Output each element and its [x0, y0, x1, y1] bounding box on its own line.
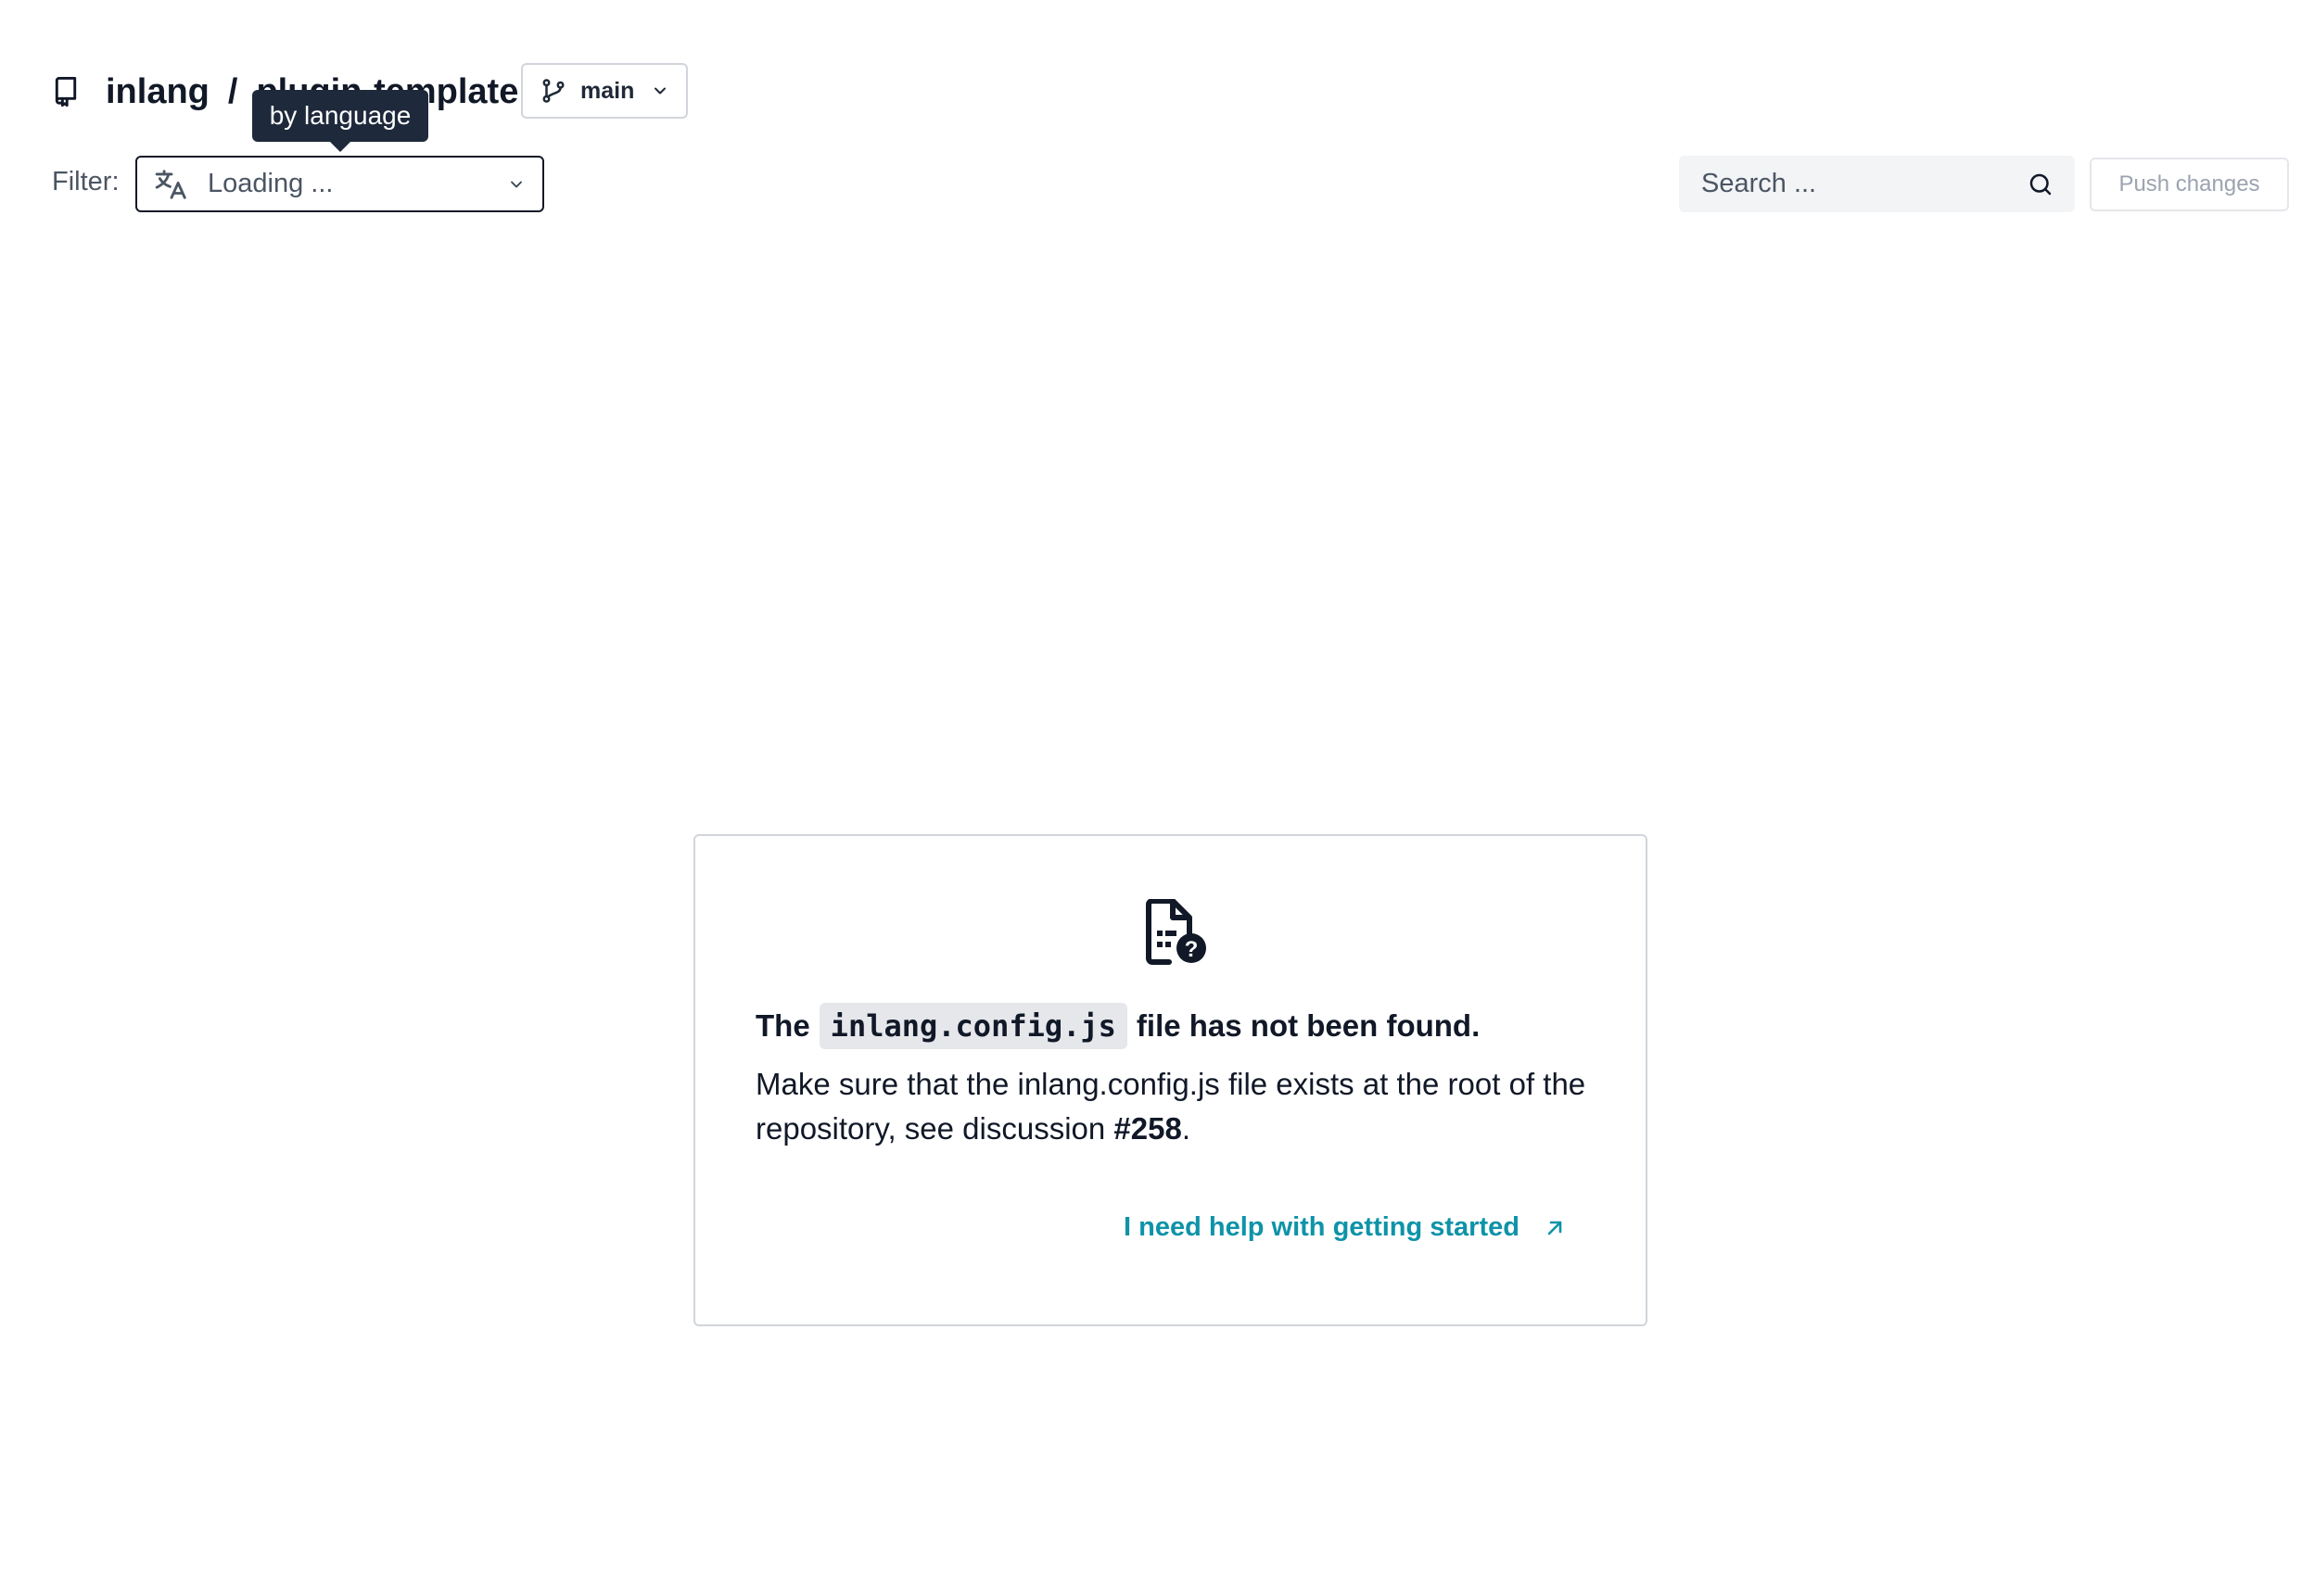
- getting-started-help-link[interactable]: I need help with getting started: [1124, 1212, 1566, 1243]
- filter-label: Filter:: [52, 167, 120, 196]
- chevron-down-icon: [651, 82, 669, 100]
- file-question-icon: ?: [1143, 898, 1208, 966]
- svg-text:?: ?: [1185, 937, 1199, 962]
- config-filename-code: inlang.config.js: [819, 1003, 1127, 1049]
- card-description-end: .: [1181, 1111, 1190, 1146]
- config-not-found-card: ? The inlang.config.js file has not been…: [693, 834, 1647, 1326]
- arrow-up-right-icon: [1544, 1217, 1566, 1239]
- card-title-suffix: file has not been found.: [1136, 1008, 1481, 1043]
- search-icon[interactable]: [2027, 171, 2054, 198]
- card-description: Make sure that the inlang.config.js file…: [756, 1062, 1608, 1151]
- editor-page: inlang / plugin-template main by languag…: [0, 0, 2314, 1596]
- filter-tooltip: by language: [252, 90, 428, 152]
- git-branch-icon: [540, 77, 567, 105]
- branch-selector-button[interactable]: main: [521, 63, 688, 119]
- discussion-link[interactable]: #258: [1113, 1111, 1181, 1146]
- repo-icon: [52, 76, 80, 108]
- search-field: [1679, 156, 2075, 212]
- translate-icon: [154, 167, 189, 202]
- filter-value: Loading ...: [208, 169, 334, 198]
- card-title: The inlang.config.js file has not been f…: [756, 1003, 1480, 1049]
- repo-owner-link[interactable]: inlang: [106, 74, 210, 109]
- search-input[interactable]: [1699, 168, 2027, 200]
- breadcrumb-separator: /: [227, 72, 238, 111]
- branch-label: main: [580, 77, 635, 104]
- push-changes-button[interactable]: Push changes: [2090, 158, 2289, 211]
- language-filter-select[interactable]: Loading ...: [135, 156, 544, 212]
- help-link-label: I need help with getting started: [1124, 1212, 1519, 1242]
- chevron-down-icon: [507, 175, 526, 194]
- card-title-prefix: The: [756, 1008, 810, 1043]
